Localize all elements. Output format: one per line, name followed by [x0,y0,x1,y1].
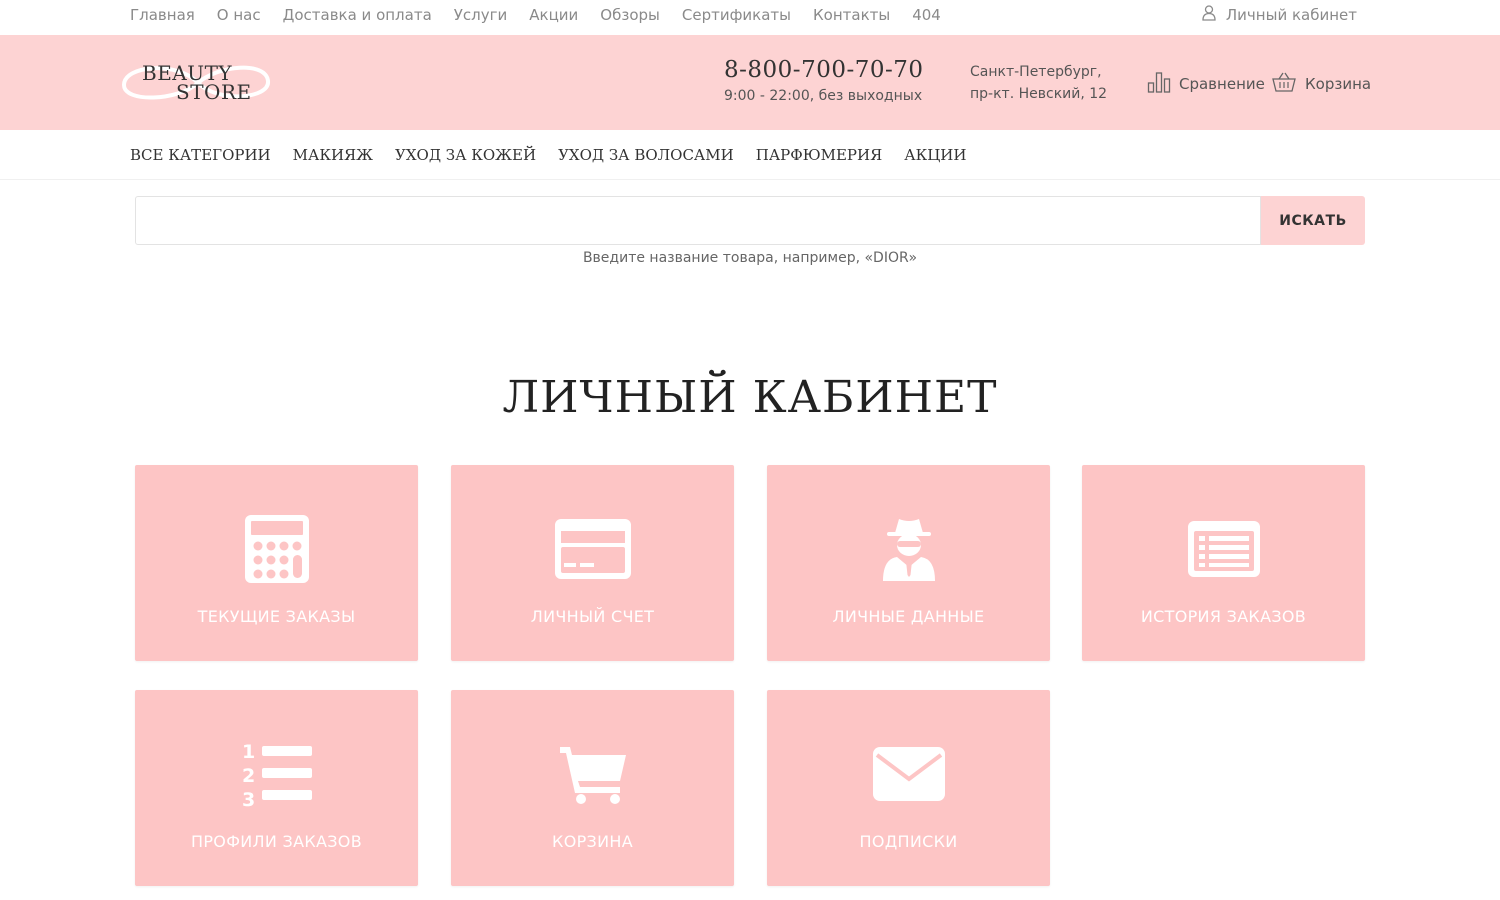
address-line-city: Санкт-Петербург, [970,64,1102,80]
top-nav: Главная О нас Доставка и оплата Услуги А… [130,0,941,30]
list-ol-icon: 1 2 3 [135,738,418,810]
basket-icon [1271,71,1297,97]
user-secret-icon [767,513,1050,585]
top-nav-promotions[interactable]: Акции [529,6,578,24]
header-address: Санкт-Петербург, пр-кт. Невский, 12 [970,61,1107,105]
bar-chart-icon [1147,71,1171,97]
tile-cart[interactable]: КОРЗИНА [451,690,734,886]
main-nav-items: ВСЕ КАТЕГОРИИ МАКИЯЖ УХОД ЗА КОЖЕЙ УХОД … [130,130,966,180]
list-alt-icon [1082,513,1365,585]
page-title: ЛИЧНЫЙ КАБИНЕТ [502,372,998,423]
tile-order-history[interactable]: ИСТОРИЯ ЗАКАЗОВ [1082,465,1365,661]
shopping-cart-icon [451,738,734,810]
tile-personal-account[interactable]: ЛИЧНЫЙ СЧЕТ [451,465,734,661]
top-nav-404[interactable]: 404 [912,6,941,24]
user-icon [1202,5,1216,25]
tile-subscriptions[interactable]: ПОДПИСКИ [767,690,1050,886]
cart-label: Корзина [1305,75,1372,93]
svg-text:3: 3 [242,789,255,810]
address-line-street: пр-кт. Невский, 12 [970,86,1108,102]
cart-link[interactable]: Корзина [1271,71,1371,97]
site-logo[interactable]: BEAUTY STORE [118,59,278,109]
tile-label: ЛИЧНЫЙ СЧЕТ [530,607,655,626]
calculator-icon [135,513,418,585]
top-nav-certificates[interactable]: Сертификаты [682,6,791,24]
tile-label: ЛИЧНЫЕ ДАННЫЕ [832,607,985,626]
site-header: BEAUTY STORE 8-800-700-70-70 9:00 - 22:0… [0,35,1500,130]
compare-label: Сравнение [1179,75,1265,93]
tile-label: ТЕКУЩИЕ ЗАКАЗЫ [197,607,356,626]
tile-order-profiles[interactable]: 1 2 3 ПРОФИЛИ ЗАКАЗОВ [135,690,418,886]
main-nav: ВСЕ КАТЕГОРИИ МАКИЯЖ УХОД ЗА КОЖЕЙ УХОД … [0,130,1500,180]
compare-link[interactable]: Сравнение [1147,71,1265,97]
main-nav-haircare[interactable]: УХОД ЗА ВОЛОСАМИ [558,146,734,164]
svg-text:2: 2 [242,765,255,787]
envelope-icon [767,738,1050,810]
main-nav-promotions[interactable]: АКЦИИ [904,146,966,164]
tile-personal-data[interactable]: ЛИЧНЫЕ ДАННЫЕ [767,465,1050,661]
search-button[interactable]: ИСКАТЬ [1261,196,1365,245]
top-bar: Главная О нас Доставка и оплата Услуги А… [0,0,1500,35]
header-hours: 9:00 - 22:00, без выходных [724,88,923,104]
account-link-label: Личный кабинет [1225,6,1357,24]
header-phone[interactable]: 8-800-700-70-70 [724,57,924,83]
credit-card-icon [451,513,734,585]
top-nav-contacts[interactable]: Контакты [813,6,890,24]
main-nav-skincare[interactable]: УХОД ЗА КОЖЕЙ [395,146,536,164]
search-input[interactable] [135,196,1261,245]
top-nav-about[interactable]: О нас [217,6,261,24]
svg-text:1: 1 [242,741,255,763]
main-nav-makeup[interactable]: МАКИЯЖ [293,146,373,164]
account-link[interactable]: Личный кабинет [1202,0,1357,30]
main-nav-perfume[interactable]: ПАРФЮМЕРИЯ [756,146,882,164]
search-hint: Введите название товара, например, «DIOR… [582,250,918,266]
top-nav-home[interactable]: Главная [130,6,195,24]
top-nav-delivery[interactable]: Доставка и оплата [283,6,432,24]
logo-text-store: STORE [176,80,252,104]
top-nav-services[interactable]: Услуги [454,6,507,24]
tile-label: ПОДПИСКИ [859,832,958,851]
tile-label: ПРОФИЛИ ЗАКАЗОВ [191,832,362,851]
main-nav-all-categories[interactable]: ВСЕ КАТЕГОРИИ [130,146,271,164]
top-nav-reviews[interactable]: Обзоры [600,6,660,24]
tile-current-orders[interactable]: ТЕКУЩИЕ ЗАКАЗЫ [135,465,418,661]
tile-label: КОРЗИНА [552,832,633,851]
tile-label: ИСТОРИЯ ЗАКАЗОВ [1140,607,1307,626]
